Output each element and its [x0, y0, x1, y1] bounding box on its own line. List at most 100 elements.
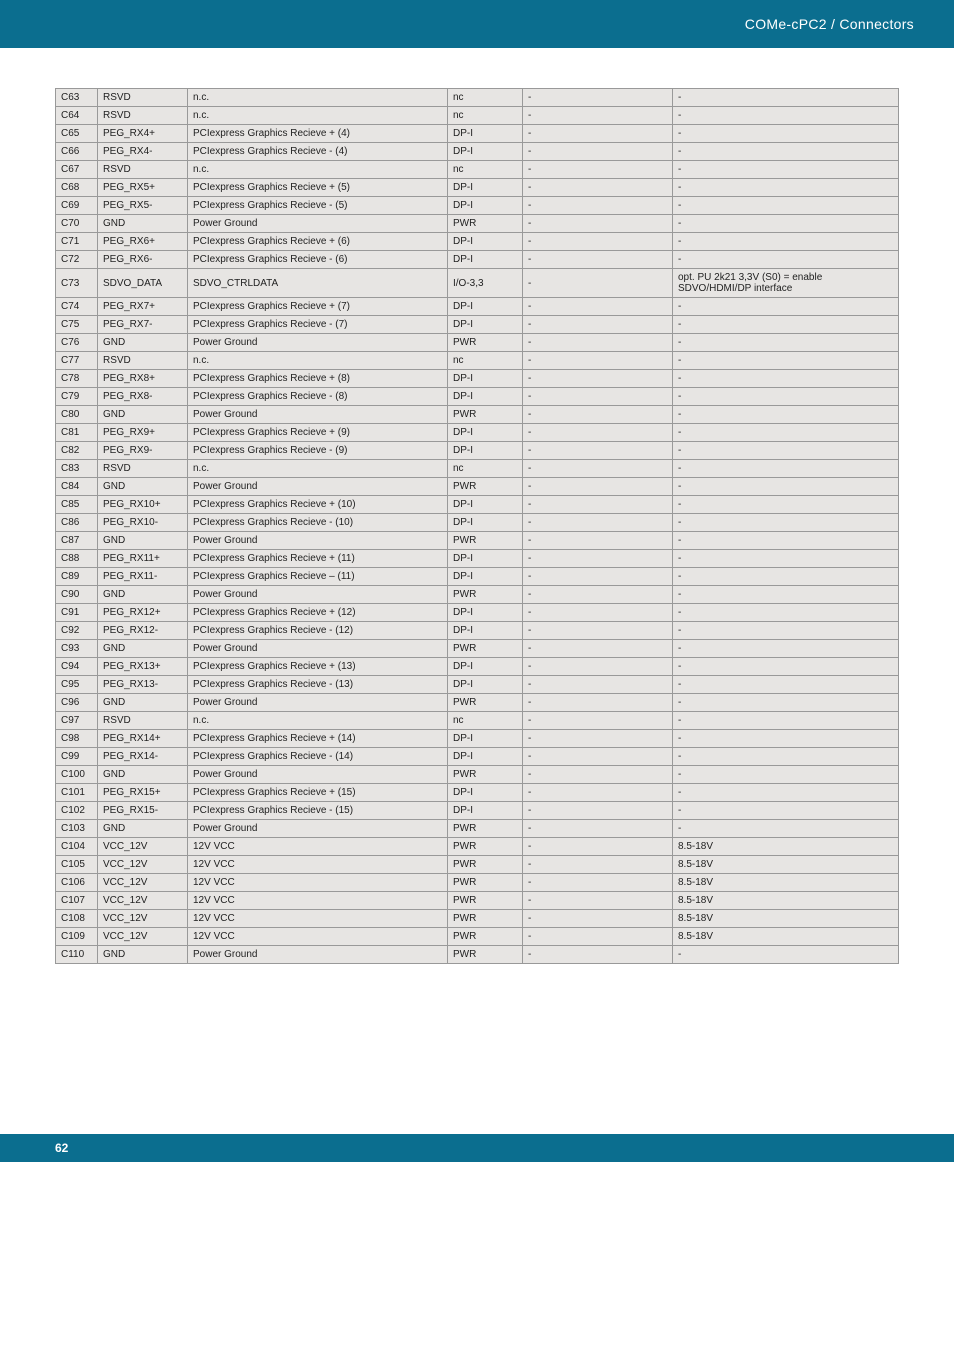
table-row: C64RSVDn.c.nc-- [56, 107, 899, 125]
table-cell: DP-I [448, 568, 523, 586]
table-row: C110GNDPower GroundPWR-- [56, 946, 899, 964]
table-cell: DP-I [448, 496, 523, 514]
table-cell: PCIexpress Graphics Recieve - (8) [188, 388, 448, 406]
table-cell: PWR [448, 910, 523, 928]
table-cell: Power Ground [188, 532, 448, 550]
table-cell: C69 [56, 197, 98, 215]
table-cell: - [523, 514, 673, 532]
table-row: C102PEG_RX15-PCIexpress Graphics Recieve… [56, 802, 899, 820]
table-cell: VCC_12V [98, 874, 188, 892]
table-cell: PCIexpress Graphics Recieve - (6) [188, 251, 448, 269]
table-cell: n.c. [188, 352, 448, 370]
table-cell: PCIexpress Graphics Recieve - (15) [188, 802, 448, 820]
table-cell: GND [98, 694, 188, 712]
table-cell: C67 [56, 161, 98, 179]
table-cell: - [523, 89, 673, 107]
table-cell: - [673, 406, 899, 424]
table-cell: - [673, 316, 899, 334]
table-row: C75PEG_RX7-PCIexpress Graphics Recieve -… [56, 316, 899, 334]
table-cell: PWR [448, 820, 523, 838]
table-cell: - [673, 694, 899, 712]
table-cell: - [523, 442, 673, 460]
table-cell: C97 [56, 712, 98, 730]
table-cell: nc [448, 161, 523, 179]
table-cell: C101 [56, 784, 98, 802]
table-cell: - [523, 694, 673, 712]
table-cell: - [673, 388, 899, 406]
table-cell: - [673, 197, 899, 215]
table-row: C105VCC_12V12V VCCPWR-8.5-18V [56, 856, 899, 874]
table-cell: PEG_RX5+ [98, 179, 188, 197]
table-row: C98PEG_RX14+PCIexpress Graphics Recieve … [56, 730, 899, 748]
table-row: C71PEG_RX6+PCIexpress Graphics Recieve +… [56, 233, 899, 251]
table-cell: PCIexpress Graphics Recieve - (13) [188, 676, 448, 694]
table-cell: - [673, 748, 899, 766]
table-cell: PEG_RX9- [98, 442, 188, 460]
table-cell: - [523, 424, 673, 442]
table-cell: C89 [56, 568, 98, 586]
table-cell: PCIexpress Graphics Recieve – (11) [188, 568, 448, 586]
table-cell: C109 [56, 928, 98, 946]
table-cell: - [673, 568, 899, 586]
table-row: C67RSVDn.c.nc-- [56, 161, 899, 179]
table-cell: Power Ground [188, 766, 448, 784]
table-cell: DP-I [448, 197, 523, 215]
table-cell: PCIexpress Graphics Recieve + (7) [188, 298, 448, 316]
table-cell: nc [448, 712, 523, 730]
table-cell: - [523, 143, 673, 161]
table-cell: PCIexpress Graphics Recieve - (4) [188, 143, 448, 161]
table-cell: - [523, 712, 673, 730]
table-cell: DP-I [448, 251, 523, 269]
table-cell: - [523, 215, 673, 233]
table-cell: - [673, 676, 899, 694]
table-cell: 8.5-18V [673, 838, 899, 856]
table-cell: C93 [56, 640, 98, 658]
table-row: C87GNDPower GroundPWR-- [56, 532, 899, 550]
table-cell: RSVD [98, 89, 188, 107]
table-cell: - [523, 640, 673, 658]
table-cell: PWR [448, 694, 523, 712]
table-cell: - [673, 352, 899, 370]
table-cell: 12V VCC [188, 910, 448, 928]
table-cell: C96 [56, 694, 98, 712]
table-row: C95PEG_RX13-PCIexpress Graphics Recieve … [56, 676, 899, 694]
content-area: C63RSVDn.c.nc--C64RSVDn.c.nc--C65PEG_RX4… [0, 48, 954, 994]
table-cell: - [673, 460, 899, 478]
table-row: C72PEG_RX6-PCIexpress Graphics Recieve -… [56, 251, 899, 269]
table-cell: - [523, 388, 673, 406]
table-cell: DP-I [448, 442, 523, 460]
table-row: C93GNDPower GroundPWR-- [56, 640, 899, 658]
table-cell: PCIexpress Graphics Recieve - (12) [188, 622, 448, 640]
table-row: C70GNDPower GroundPWR-- [56, 215, 899, 233]
table-cell: PEG_RX12+ [98, 604, 188, 622]
table-row: C89PEG_RX11-PCIexpress Graphics Recieve … [56, 568, 899, 586]
header-bar: COMe-cPC2 / Connectors [0, 0, 954, 48]
table-cell: - [523, 370, 673, 388]
table-cell: PWR [448, 766, 523, 784]
table-cell: C80 [56, 406, 98, 424]
table-cell: GND [98, 946, 188, 964]
table-cell: PCIexpress Graphics Recieve - (10) [188, 514, 448, 532]
table-cell: - [523, 892, 673, 910]
table-cell: PWR [448, 838, 523, 856]
table-row: C74PEG_RX7+PCIexpress Graphics Recieve +… [56, 298, 899, 316]
table-cell: DP-I [448, 143, 523, 161]
table-cell: DP-I [448, 125, 523, 143]
table-cell: n.c. [188, 89, 448, 107]
table-cell: 8.5-18V [673, 910, 899, 928]
table-row: C96GNDPower GroundPWR-- [56, 694, 899, 712]
table-row: C78PEG_RX8+PCIexpress Graphics Recieve +… [56, 370, 899, 388]
table-cell: nc [448, 352, 523, 370]
table-row: C97RSVDn.c.nc-- [56, 712, 899, 730]
table-cell: - [523, 658, 673, 676]
table-cell: PEG_RX11- [98, 568, 188, 586]
table-cell: VCC_12V [98, 892, 188, 910]
table-cell: - [523, 784, 673, 802]
table-row: C109VCC_12V12V VCCPWR-8.5-18V [56, 928, 899, 946]
table-cell: C65 [56, 125, 98, 143]
table-cell: DP-I [448, 424, 523, 442]
table-cell: PCIexpress Graphics Recieve + (10) [188, 496, 448, 514]
table-row: C108VCC_12V12V VCCPWR-8.5-18V [56, 910, 899, 928]
table-cell: C68 [56, 179, 98, 197]
table-cell: - [673, 550, 899, 568]
